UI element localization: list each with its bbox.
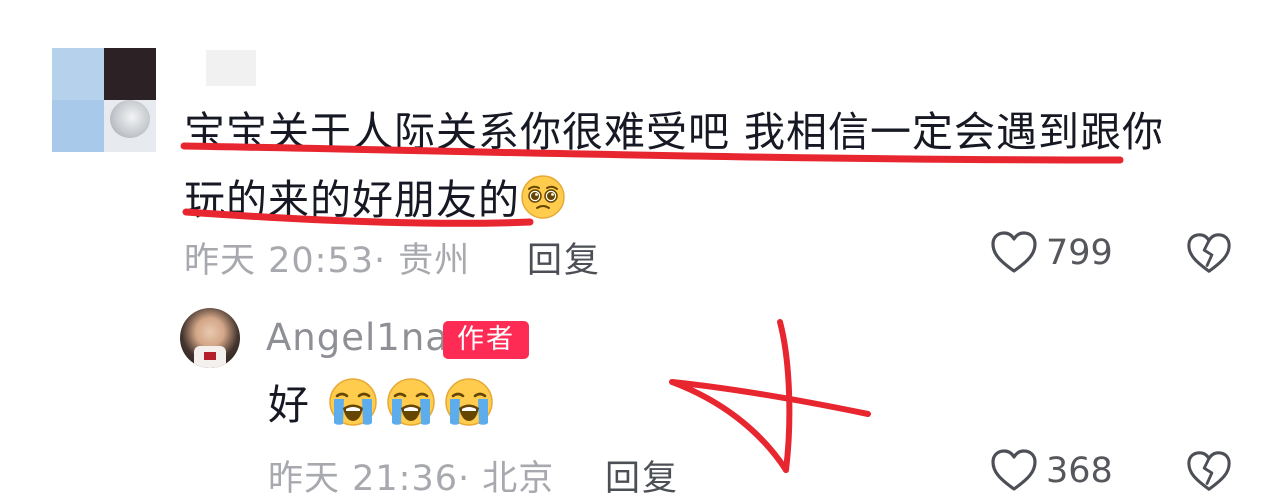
redacted-username[interactable] (206, 50, 256, 86)
loudly-crying-face-emoji (326, 377, 380, 442)
like-count: 368 (1046, 451, 1113, 491)
dislike-button[interactable] (1186, 448, 1232, 498)
loudly-crying-face-emoji (384, 377, 438, 442)
comment-meta: 昨天 20:53· 贵州 (184, 232, 470, 283)
pleading-face-emoji (520, 172, 566, 240)
comment-text-line: 宝宝关于人际关系你很难受吧 我相信一定会遇到跟你 (184, 108, 1165, 156)
reply-text-content: 好 (268, 381, 309, 429)
like-button[interactable] (990, 230, 1038, 278)
commenter-avatar[interactable] (52, 48, 156, 152)
avatar-segment (104, 48, 156, 100)
heart-outline-icon (991, 231, 1037, 273)
comment-text-line: 玩的来的好朋友的 (184, 166, 1264, 240)
like-count: 799 (1046, 233, 1113, 273)
reply-meta: 昨天 21:36· 北京 (268, 450, 554, 501)
dislike-button[interactable] (1186, 230, 1232, 280)
heart-outline-icon (991, 449, 1037, 491)
avatar-collar (204, 352, 216, 360)
reply-button[interactable]: 回复 (527, 232, 601, 283)
broken-heart-icon (1187, 233, 1231, 273)
x-mark-stroke (777, 319, 793, 473)
comment-text-line-2: 玩的来的好朋友的 (184, 176, 520, 224)
comment-text: 宝宝关于人际关系你很难受吧 我相信一定会遇到跟你 玩的来的好朋友的 (184, 98, 1264, 240)
loudly-crying-face-emoji (442, 377, 496, 442)
broken-heart-icon (1187, 451, 1231, 491)
like-button[interactable] (990, 448, 1038, 496)
author-username[interactable]: Angel1na (266, 316, 449, 359)
avatar-segment (52, 48, 104, 100)
author-badge: 作者 (443, 321, 529, 359)
reply-button[interactable]: 回复 (605, 450, 679, 501)
author-avatar[interactable] (180, 308, 240, 368)
reply-text: 好 (268, 376, 496, 442)
avatar-moon-image (110, 100, 150, 138)
x-mark-stroke (669, 379, 871, 473)
comment-timestamp: 昨天 20:53 (184, 241, 374, 281)
reply-timestamp: 昨天 21:36 (268, 459, 458, 499)
avatar-segment (52, 100, 104, 152)
reply-location: · 北京 (458, 459, 555, 499)
comment-location: · 贵州 (374, 241, 471, 281)
